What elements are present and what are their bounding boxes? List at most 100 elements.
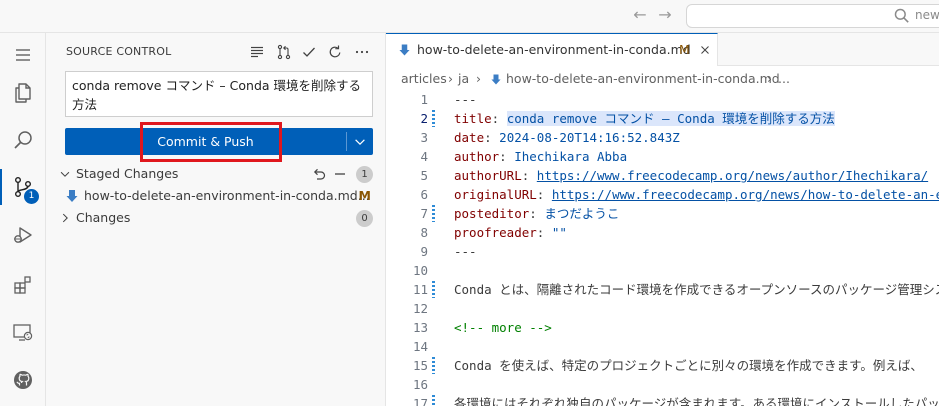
commit-message-input[interactable]: conda remove コマンド – Conda 環境を削除する方法 — [65, 71, 373, 117]
search-icon — [14, 131, 32, 149]
sidebar-actions — [246, 41, 376, 63]
code-token: posteditor — [454, 206, 530, 221]
editor-tab-active[interactable]: how-to-delete-an-environment-in-conda.md… — [386, 33, 718, 66]
code-line[interactable]: 15 Conda を使えば、特定のプロジェクトごとに別々の環境を作成できます。例え… — [386, 356, 939, 375]
code-line[interactable]: 2 title: conda remove コマンド – Conda 環境を削除す… — [386, 109, 939, 128]
code-line[interactable]: 1 --- — [386, 92, 939, 109]
search-button[interactable] — [0, 118, 46, 162]
staged-changes-label: Staged Changes — [76, 166, 179, 181]
code-line[interactable]: 17 各環境にはそれぞれ独自のパッケージが含まれます。ある環境にインストールしたパ… — [386, 394, 939, 406]
line-number: 16 — [412, 377, 428, 392]
hamburger-menu-icon — [16, 49, 30, 61]
refresh-button[interactable] — [324, 41, 346, 63]
line-number: 3 — [420, 130, 428, 145]
unstage-all-icon[interactable] — [311, 166, 327, 182]
list-icon — [251, 46, 263, 58]
code-text: authorURL: https://www.freecodecamp.org/… — [454, 166, 928, 185]
code-text: title: conda remove コマンド – Conda 環境を削除する… — [454, 109, 835, 128]
line-number: 15 — [412, 358, 428, 373]
gutter-modified-indicator[interactable] — [432, 110, 435, 127]
commit-button[interactable] — [298, 41, 320, 63]
code-token: : — [499, 149, 515, 164]
code-token: --- — [454, 244, 477, 259]
line-number: 17 — [412, 396, 428, 406]
editor-tab-bar: how-to-delete-an-environment-in-conda.md… — [386, 33, 939, 66]
code-token: : — [536, 225, 552, 240]
code-line[interactable]: 6 originalURL: https://www.freecodecamp.o… — [386, 185, 939, 204]
code-text: posteditor: まつだようこ — [454, 204, 619, 223]
source-control-sidebar: SOURCE CONTROL conda remove コマンド – Conda… — [46, 33, 386, 406]
code-token: title — [454, 111, 492, 126]
code-token: date — [454, 130, 485, 145]
code-line[interactable]: 14 — [386, 337, 939, 356]
code-token: https://www.freecodecamp.org/news/how-to… — [551, 187, 939, 202]
code-token: authorURL — [454, 168, 522, 183]
code-line[interactable]: 7 posteditor: まつだようこ — [386, 204, 939, 223]
view-as-list-button[interactable] — [246, 41, 268, 63]
github-button[interactable] — [0, 358, 46, 402]
code-token: : — [536, 187, 552, 202]
code-text: --- — [454, 242, 477, 261]
changes-label: Changes — [76, 210, 131, 225]
github-icon — [14, 371, 32, 389]
gutter-modified-indicator[interactable] — [432, 395, 435, 406]
source-control-button[interactable]: 1 — [0, 165, 46, 209]
explorer-button[interactable] — [0, 71, 46, 115]
line-number: 10 — [412, 263, 428, 278]
staged-changes-group[interactable]: Staged Changes 1 — [46, 163, 386, 185]
gutter-modified-indicator[interactable] — [432, 281, 435, 298]
code-editor[interactable]: 1 --- 2 title: conda remove コマンド – Conda 環境… — [386, 92, 939, 406]
back-arrow-icon[interactable]: ← — [629, 4, 651, 26]
code-line[interactable]: 8 proofreader: "" — [386, 223, 939, 242]
changes-group[interactable]: Changes 0 — [46, 207, 386, 229]
line-number: 1 — [420, 92, 428, 107]
close-icon[interactable] — [698, 43, 712, 57]
code-line[interactable]: 4 author: Ihechikara Abba — [386, 147, 939, 166]
code-text: <!-- more --> — [454, 318, 552, 337]
markdown-file-icon — [399, 44, 410, 56]
code-text: originalURL: https://www.freecodecamp.or… — [454, 185, 939, 204]
code-text: 各環境にはそれぞれ独自のパッケージが含まれます。ある環境にインストールしたパッケ… — [454, 394, 939, 406]
search-icon — [894, 8, 909, 23]
minus-icon[interactable] — [332, 166, 348, 182]
tab-modified-status: M — [679, 42, 690, 57]
staged-file-item[interactable]: how-to-delete-an-environment-in-conda.md… — [46, 185, 386, 207]
commit-options-dropdown[interactable] — [347, 128, 373, 155]
check-icon — [303, 47, 315, 57]
pull-request-icon — [277, 44, 291, 60]
refresh-icon — [329, 45, 341, 58]
code-line[interactable]: 12 — [386, 299, 939, 318]
code-line[interactable]: 10 — [386, 261, 939, 280]
markdown-file-icon — [66, 190, 78, 202]
forward-arrow-icon[interactable]: → — [654, 4, 676, 26]
code-line[interactable]: 3 date: 2024-08-20T14:16:52.843Z — [386, 128, 939, 147]
breadcrumb-more[interactable]: ... — [778, 71, 790, 86]
code-line[interactable]: 13 <!-- more --> — [386, 318, 939, 337]
code-token: : — [491, 111, 507, 126]
code-line[interactable]: 9 --- — [386, 242, 939, 261]
code-line[interactable]: 11 Conda とは、隔離されたコード環境を作成できるオープンソースのパッケージ… — [386, 280, 939, 299]
code-text: Conda を使えば、特定のプロジェクトごとに別々の環境を作成できます。例えば、 — [454, 356, 923, 375]
more-actions-button[interactable] — [351, 41, 373, 63]
commit-push-button-group: Commit & Push — [65, 128, 373, 155]
extensions-button[interactable] — [0, 263, 46, 307]
run-debug-button[interactable] — [0, 213, 46, 257]
breadcrumb-file[interactable]: how-to-delete-an-environment-in-conda.md — [506, 71, 780, 86]
code-token: 各環境にはそれぞれ独自のパッケージが含まれます。ある環境にインストールしたパッケ… — [454, 396, 939, 406]
gutter-modified-indicator[interactable] — [432, 357, 435, 374]
line-number: 13 — [412, 320, 428, 335]
breadcrumb-articles[interactable]: articles — [401, 71, 447, 86]
gutter-modified-indicator[interactable] — [432, 205, 435, 222]
code-line[interactable]: 5 authorURL: https://www.freecodecamp.org… — [386, 166, 939, 185]
create-pull-request-button[interactable] — [273, 41, 295, 63]
chevron-down-icon — [355, 139, 365, 146]
line-number: 8 — [420, 225, 428, 240]
code-line[interactable]: 16 — [386, 375, 939, 394]
command-center-search[interactable]: news — [686, 4, 939, 28]
breadcrumb-ja[interactable]: ja — [458, 71, 469, 86]
code-token: : — [521, 168, 537, 183]
remote-explorer-button[interactable] — [0, 310, 46, 354]
line-number: 2 — [420, 111, 428, 126]
commit-push-button[interactable]: Commit & Push — [65, 128, 346, 155]
file-status-modified: M — [358, 188, 371, 203]
